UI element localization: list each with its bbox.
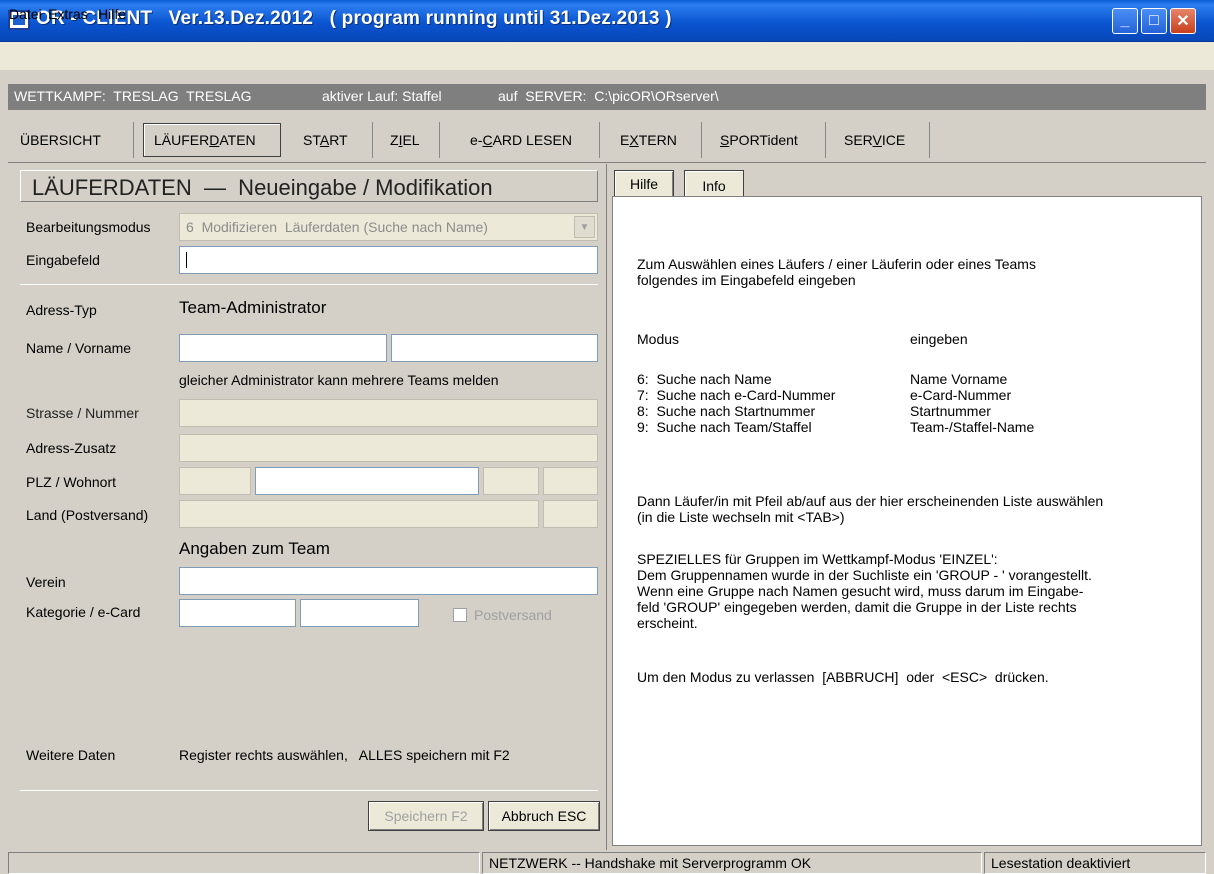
close-button[interactable]: ✕ [1170,8,1196,34]
city-extra-field[interactable] [483,467,539,495]
zip-field[interactable] [179,467,251,495]
active-run-label: aktiver Lauf: Staffel [322,88,442,104]
country-label: Land (Postversand) [26,507,149,523]
address-suffix-label: Adress-Zusatz [26,440,117,456]
mode-row-8-input: Startnummer [910,403,991,419]
input-column-header: eingeben [910,331,968,347]
cancel-button[interactable]: Abbruch ESC [488,801,600,831]
first-name-field[interactable] [391,334,598,362]
postversand-label: Postversand [474,607,552,623]
last-name-field[interactable] [179,334,387,362]
mode-row-8: 8: Suche nach Startnummer [637,403,816,419]
input-field-label: Eingabefeld [26,252,100,268]
tab-sportident[interactable]: SPORTident [710,122,826,158]
menu-hilfe[interactable]: Hilfe [98,6,126,22]
mode-row-9-input: Team-/Staffel-Name [910,419,1035,435]
server-info-bar: WETTKAMPF: TRESLAG TRESLAG aktiver Lauf:… [8,84,1206,110]
tab-extern[interactable]: EXTERN [610,122,702,158]
server-path-label: auf SERVER: C:\picOR\ORserver\ [498,88,719,104]
street-field[interactable] [179,399,598,427]
ecard-field[interactable] [300,599,419,627]
tab-laeuferdaten-label: LÄUFERDATEN [154,132,256,148]
tab-uebersicht[interactable]: ÜBERSICHT [10,122,134,158]
tab-ziel-label: ZIEL [390,132,420,148]
city-extra-field-2[interactable] [543,467,598,495]
divider [20,284,598,285]
toolbar-divider [8,162,1206,163]
competition-label: WETTKAMPF: TRESLAG TRESLAG [14,88,252,104]
mode-row-9: 9: Suche nach Team/Staffel [637,419,812,435]
city-field[interactable] [255,467,479,495]
mode-column-header: Modus [637,331,680,347]
reader-status: Lesestation deaktiviert [984,852,1206,874]
minimize-icon: _ [1120,12,1130,29]
tab-extern-label: EXTERN [620,132,677,148]
tab-uebersicht-label: ÜBERSICHT [20,132,101,148]
search-input[interactable] [179,246,598,274]
menu-datei[interactable]: Datei [9,6,42,22]
menu-extras[interactable]: Extras [48,6,88,22]
name-label: Name / Vorname [26,340,132,356]
mode-row-6-input: Name Vorname [910,371,1008,387]
panel-divider [606,164,607,850]
country-field[interactable] [179,500,539,528]
more-data-hint: Register rechts auswählen, ALLES speiche… [179,747,510,763]
address-type-label: Adress-Typ [26,302,97,318]
maximize-button[interactable]: □ [1141,8,1167,34]
tab-service-label: SERVICE [844,132,906,148]
maximize-icon: □ [1149,12,1159,29]
edit-mode-value: 6 Modifizieren Läuferdaten (Suche nach N… [186,219,488,235]
postversand-checkbox[interactable] [453,608,467,622]
tab-ziel[interactable]: ZIEL [380,122,440,158]
edit-mode-select[interactable]: 6 Modifizieren Läuferdaten (Suche nach N… [179,213,598,241]
address-suffix-field[interactable] [179,434,598,462]
tab-laeuferdaten[interactable]: LÄUFERDATEN [143,123,281,157]
tab-hilfe[interactable]: Hilfe [614,170,674,198]
tab-ecard-label: e-CARD LESEN [470,132,572,148]
info-intro: Zum Auswählen eines Läufers / einer Läuf… [637,256,1036,288]
more-data-label: Weitere Daten [26,747,116,763]
category-field[interactable] [179,599,296,627]
street-label: Strasse / Nummer [26,405,139,421]
select-hint: Dann Läufer/in mit Pfeil ab/auf aus der … [637,493,1104,525]
country-code-field[interactable] [543,500,598,528]
minimize-button[interactable]: _ [1112,8,1138,34]
mode-row-7: 7: Suche nach e-Card-Nummer [637,387,836,403]
admin-hint: gleicher Administrator kann mehrere Team… [179,372,499,388]
club-label: Verein [26,574,66,590]
divider [20,790,598,791]
exit-hint: Um den Modus zu verlassen [ABBRUCH] oder… [637,669,1049,685]
special-groups-note: SPEZIELLES für Gruppen im Wettkampf-Modu… [637,551,1092,631]
page-title: LÄUFERDATEN — Neueingabe / Modifikation [32,175,493,200]
mode-row-6: 6: Suche nach Name [637,371,772,387]
edit-mode-label: Bearbeitungsmodus [26,219,151,235]
mode-row-7-input: e-Card-Nummer [910,387,1012,403]
zip-city-label: PLZ / Wohnort [26,474,117,490]
chevron-down-icon[interactable]: ▼ [574,216,595,238]
network-status: NETZWERK -- Handshake mit Serverprogramm… [482,852,982,874]
address-type-value: Team-Administrator [179,298,327,317]
tab-service[interactable]: SERVICE [834,122,930,158]
tab-ecard-lesen[interactable]: e-CARD LESEN [460,122,600,158]
club-field[interactable] [179,567,598,595]
team-section-title: Angaben zum Team [179,539,330,558]
save-button[interactable]: Speichern F2 [368,801,484,831]
text-cursor [186,252,187,268]
tab-sportident-label: SPORTident [720,132,798,148]
category-ecard-label: Kategorie / e-Card [26,604,141,620]
window-title: OR - CLIENT Ver.13.Dez.2012 ( program ru… [36,8,672,29]
tab-start-label: START [303,132,348,148]
menu-bar [0,42,1214,70]
close-icon: ✕ [1176,13,1190,30]
status-cell-empty [8,852,480,874]
tab-start[interactable]: START [293,122,373,158]
